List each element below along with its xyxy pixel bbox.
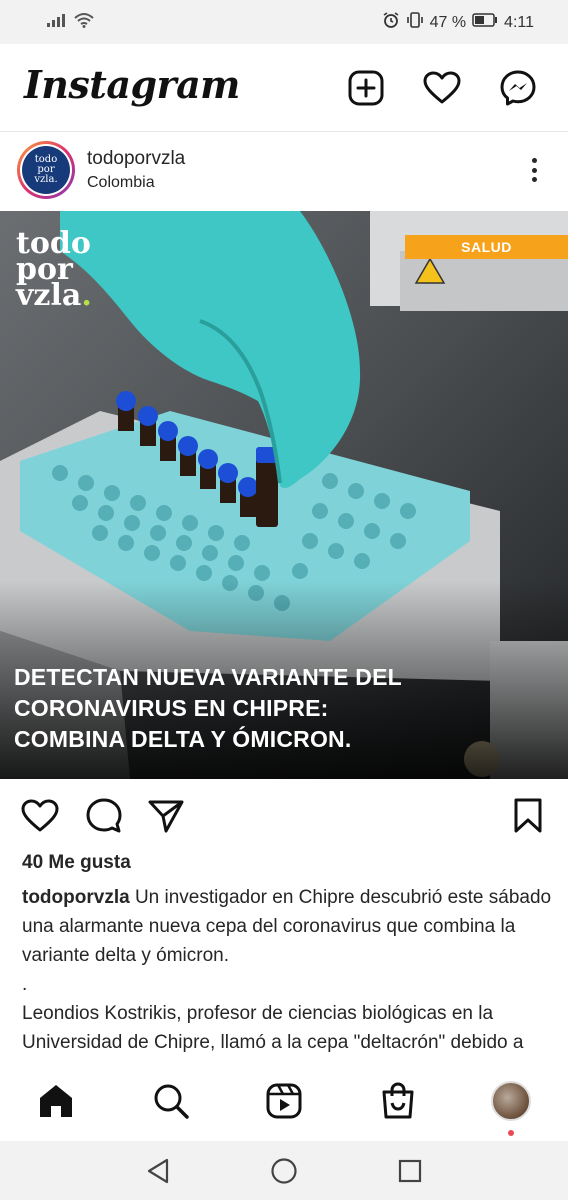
system-recents-button[interactable]	[392, 1153, 428, 1189]
battery-percent: 47 %	[429, 14, 467, 31]
battery-icon	[472, 13, 498, 33]
post-caption: todoporvzla Un investigador en Chipre de…	[22, 883, 552, 1061]
post-avatar[interactable]: todo por vzla.	[17, 141, 75, 199]
image-headline: DETECTAN NUEVA VARIANTE DEL CORONAVIRUS …	[14, 662, 554, 755]
headline-line-1: DETECTAN NUEVA VARIANTE DEL	[14, 664, 402, 690]
bottom-navigation	[0, 1061, 568, 1141]
send-icon	[148, 800, 184, 833]
more-options-button[interactable]	[522, 155, 546, 185]
shop-icon	[382, 1082, 414, 1119]
back-triangle-icon	[147, 1158, 169, 1184]
wifi-icon	[74, 12, 94, 34]
more-dot-icon	[531, 158, 537, 163]
profile-avatar	[491, 1081, 531, 1121]
reels-icon	[266, 1083, 302, 1119]
new-post-button[interactable]	[346, 68, 386, 108]
system-back-button[interactable]	[140, 1153, 176, 1189]
caption-separator: .	[22, 974, 28, 995]
caption-paragraph-2: Leondios Kostrikis, profesor de ciencias…	[22, 1003, 524, 1053]
post-location[interactable]: Colombia	[87, 174, 155, 192]
like-count[interactable]: 40 Me gusta	[22, 852, 131, 874]
alarm-icon	[382, 11, 400, 35]
comment-button[interactable]	[84, 796, 124, 836]
nav-profile[interactable]	[489, 1079, 533, 1123]
nav-search[interactable]	[149, 1079, 193, 1123]
like-button[interactable]	[20, 796, 60, 836]
brand-watermark: todo por vzla.	[16, 229, 92, 311]
avatar-text-3: vzla.	[34, 174, 58, 185]
post-header: todo por vzla. todoporvzla Colombia	[0, 133, 568, 211]
share-button[interactable]	[146, 796, 186, 836]
system-home-button[interactable]	[266, 1153, 302, 1189]
vibrate-icon	[406, 11, 424, 35]
search-icon	[154, 1084, 189, 1119]
more-dot-icon	[531, 177, 537, 182]
post-username[interactable]: todoporvzla	[87, 148, 185, 170]
status-bar: 47 % 4:11	[0, 0, 568, 44]
headline-line-2: CORONAVIRUS EN CHIPRE:	[14, 695, 329, 721]
caption-username[interactable]: todoporvzla	[22, 887, 130, 908]
nav-home[interactable]	[34, 1079, 78, 1123]
heart-icon	[423, 71, 461, 104]
heart-icon	[21, 799, 59, 832]
comment-icon	[86, 798, 122, 833]
nav-shop[interactable]	[376, 1079, 420, 1123]
clock: 4:11	[504, 14, 534, 31]
post-actions	[0, 780, 568, 850]
plus-square-icon	[348, 70, 384, 106]
recents-square-icon	[398, 1159, 422, 1183]
instagram-logo[interactable]: Instagram	[24, 62, 240, 107]
headline-line-3: COMBINA DELTA Y ÓMICRON.	[14, 726, 352, 752]
save-button[interactable]	[508, 796, 548, 836]
bookmark-icon	[514, 798, 542, 833]
home-circle-icon	[271, 1158, 297, 1184]
messenger-icon	[500, 70, 536, 106]
nav-reels[interactable]	[262, 1079, 306, 1123]
home-icon	[40, 1085, 72, 1117]
brand-dot: .	[81, 278, 92, 313]
messenger-button[interactable]	[498, 68, 538, 108]
activity-button[interactable]	[422, 68, 462, 108]
notification-dot	[508, 1130, 514, 1136]
brand-line-3: vzla	[16, 278, 82, 313]
system-navigation	[0, 1141, 568, 1200]
signal-icon	[46, 12, 68, 34]
app-header: Instagram	[0, 44, 568, 132]
category-tag: SALUD	[405, 235, 568, 259]
more-dot-icon	[531, 167, 537, 173]
